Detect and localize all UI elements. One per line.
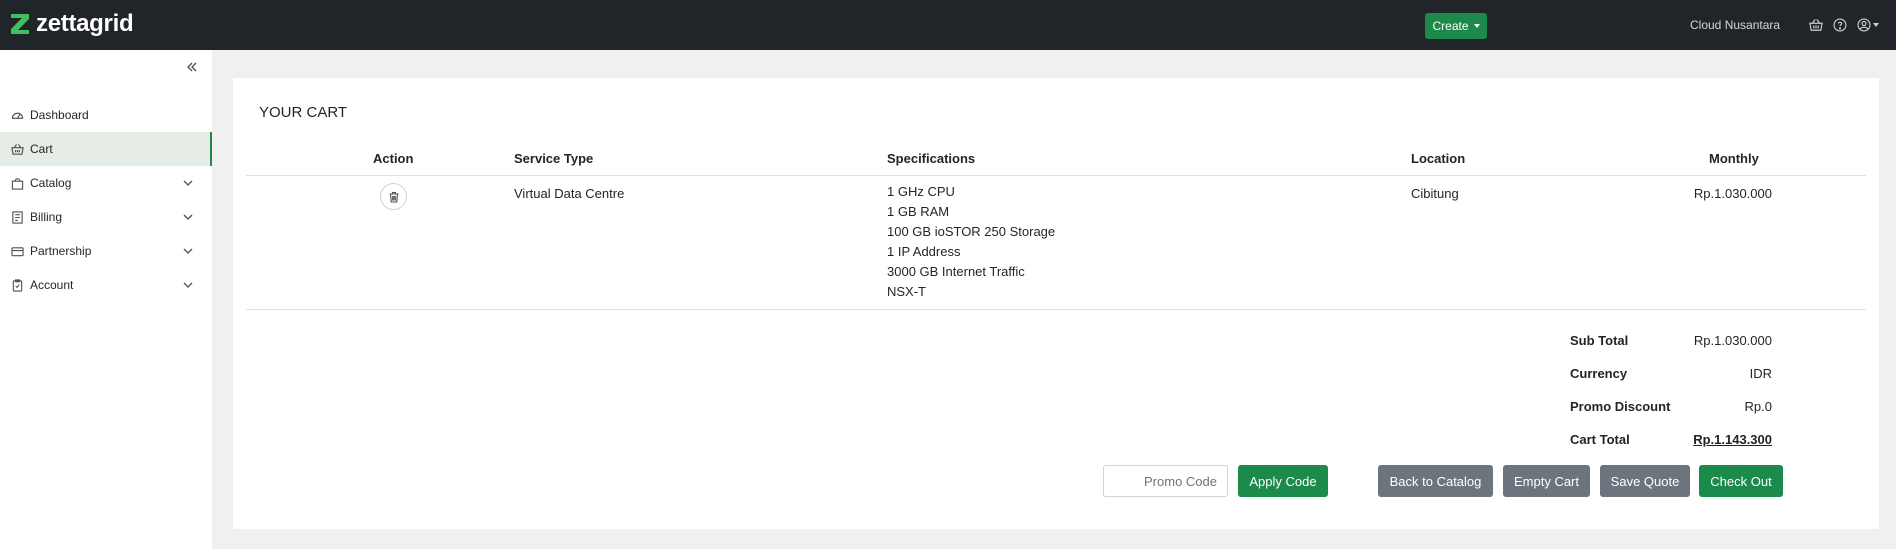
sidebar-item-account[interactable]: Account <box>0 268 212 302</box>
column-header-service-type: Service Type <box>514 151 594 166</box>
sidebar-item-label: Cart <box>30 142 53 156</box>
specifications-cell: 1 GHz CPU 1 GB RAM 100 GB ioSTOR 250 Sto… <box>887 182 1055 302</box>
dashboard-icon <box>11 112 24 119</box>
receipt-icon <box>12 210 23 224</box>
empty-cart-button[interactable]: Empty Cart <box>1503 465 1590 497</box>
spec-line: 100 GB ioSTOR 250 Storage <box>887 224 1056 239</box>
check-out-button[interactable]: Check Out <box>1699 465 1783 497</box>
sidebar-item-billing[interactable]: Billing <box>0 200 212 234</box>
sidebar-item-label: Billing <box>30 210 63 224</box>
spec-line: 1 IP Address <box>887 244 961 259</box>
trash-icon <box>389 191 398 203</box>
bag-icon <box>11 177 24 190</box>
collapse-sidebar-icon[interactable] <box>185 60 199 74</box>
column-header-monthly: Monthly <box>1709 151 1759 166</box>
table-row-divider <box>246 309 1866 310</box>
page-title: YOUR CART <box>259 104 348 121</box>
sidebar-item-label: Catalog <box>30 176 72 190</box>
sidebar-item-cart[interactable]: Cart <box>0 132 212 166</box>
column-header-location: Location <box>1411 151 1466 166</box>
column-header-action: Action <box>373 151 414 166</box>
help-icon[interactable] <box>1832 17 1848 33</box>
spec-line: 3000 GB Internet Traffic <box>887 264 1025 279</box>
sidebar-item-label: Partnership <box>30 244 92 258</box>
currency-label: Currency <box>1570 366 1628 381</box>
zettagrid-logo[interactable]: zettagrid <box>9 10 134 37</box>
monthly-price-cell: Rp.1.030.000 <box>1693 186 1772 201</box>
sidebar-item-dashboard[interactable]: Dashboard <box>0 98 212 132</box>
sub-total-label: Sub Total <box>1570 333 1629 348</box>
cart-total-value: Rp.1.143.300 <box>1693 432 1772 447</box>
caret-down-icon <box>1473 24 1480 28</box>
currency-value: IDR <box>1749 366 1772 381</box>
chevron-down-icon <box>183 282 193 288</box>
promo-code-input[interactable] <box>1103 465 1228 497</box>
cart-card: YOUR CART Action Service Type Specificat… <box>233 78 1879 529</box>
logo-text: zettagrid <box>36 10 134 37</box>
apply-code-button[interactable]: Apply Code <box>1238 465 1328 497</box>
basket-icon <box>11 143 24 155</box>
promo-discount-value: Rp.0 <box>1744 399 1772 414</box>
sidebar-item-label: Dashboard <box>30 108 89 122</box>
location-cell: Cibitung <box>1411 186 1459 201</box>
user-menu-icon[interactable] <box>1856 17 1880 33</box>
clipboard-icon <box>12 278 23 292</box>
service-type-cell: Virtual Data Centre <box>514 186 625 201</box>
caret-down-icon <box>1873 23 1879 27</box>
top-navbar: zettagrid Create Cloud Nusantara <box>0 0 1896 50</box>
sidebar: Dashboard Cart Catalog Billing Partnersh… <box>0 50 212 549</box>
back-to-catalog-button[interactable]: Back to Catalog <box>1378 465 1493 497</box>
logo-mark-icon <box>11 14 29 34</box>
basket-icon[interactable] <box>1808 17 1824 33</box>
table-header-divider <box>246 175 1866 176</box>
chevron-down-icon <box>183 214 193 220</box>
sidebar-item-label: Account <box>30 278 74 292</box>
promo-discount-label: Promo Discount <box>1570 399 1671 414</box>
sidebar-item-partnership[interactable]: Partnership <box>0 234 212 268</box>
card-icon <box>11 246 24 256</box>
spec-line: 1 GHz CPU <box>887 184 955 199</box>
create-button[interactable]: Create <box>1425 13 1487 39</box>
spec-line: 1 GB RAM <box>887 204 950 219</box>
spec-line: NSX-T <box>887 284 926 299</box>
cart-total-label: Cart Total <box>1570 432 1630 447</box>
delete-item-button[interactable] <box>380 183 407 210</box>
save-quote-button[interactable]: Save Quote <box>1600 465 1690 497</box>
column-header-specifications: Specifications <box>887 151 976 166</box>
organization-name[interactable]: Cloud Nusantara <box>1690 18 1780 32</box>
create-button-label: Create <box>1432 19 1469 33</box>
chevron-down-icon <box>183 248 193 254</box>
sub-total-value: Rp.1.030.000 <box>1693 333 1772 348</box>
sidebar-item-catalog[interactable]: Catalog <box>0 166 212 200</box>
chevron-down-icon <box>183 180 193 186</box>
